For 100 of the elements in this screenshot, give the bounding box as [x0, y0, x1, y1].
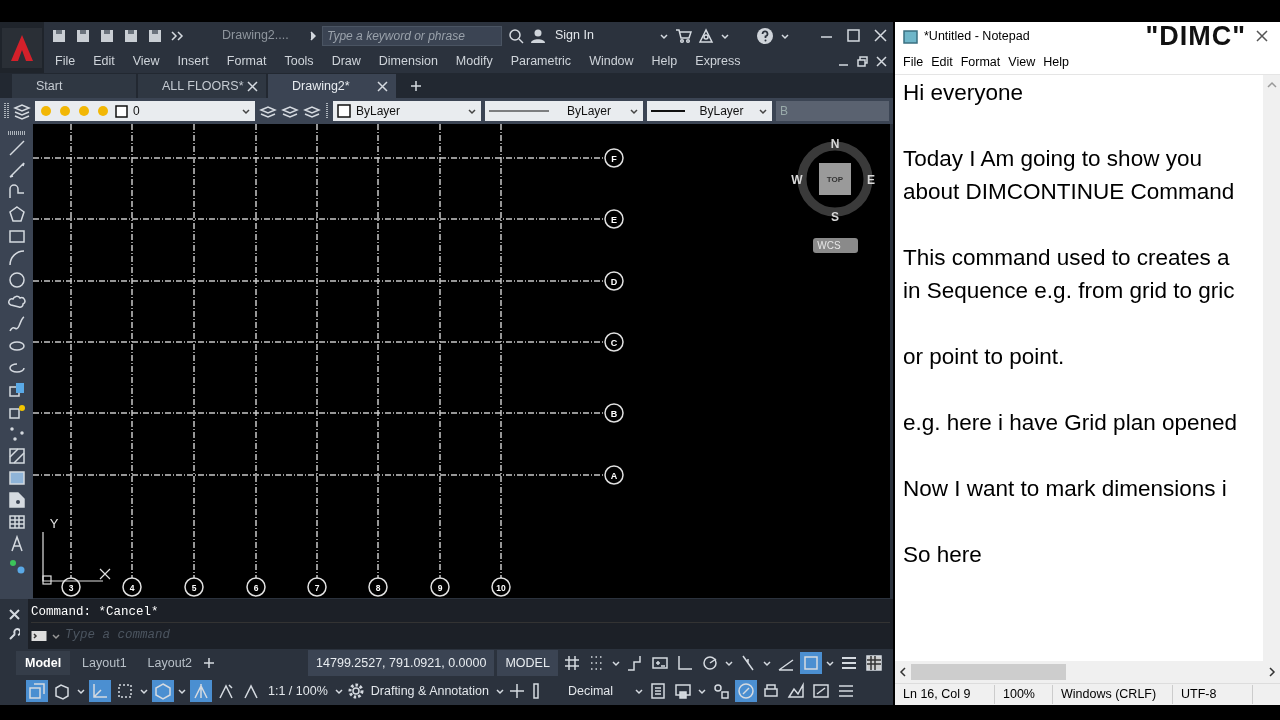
compass-label[interactable]: N	[830, 137, 840, 151]
dynamic-ucs-toggle[interactable]	[89, 680, 111, 702]
layer-properties-icon[interactable]	[13, 102, 31, 120]
caret-icon[interactable]	[467, 106, 477, 116]
point-icon[interactable]	[7, 425, 26, 443]
command-input[interactable]: Type a command	[65, 626, 365, 645]
search-field[interactable]: Type a keyword or phrase	[322, 25, 502, 46]
menu-item[interactable]: Format	[956, 52, 1005, 72]
cart-icon[interactable]	[674, 27, 692, 44]
menu-item[interactable]: Dimension	[369, 51, 447, 71]
plus-icon[interactable]	[507, 682, 526, 700]
logo-icon[interactable]	[2, 27, 42, 68]
menu-item[interactable]: Help	[1039, 52, 1073, 72]
menu-item[interactable]: Window	[580, 51, 643, 71]
spline-icon[interactable]	[7, 315, 26, 333]
arc-icon[interactable]	[7, 249, 26, 267]
caret-icon[interactable]	[824, 658, 835, 668]
compass-label[interactable]: W	[791, 173, 803, 187]
layout-tab[interactable]: Model	[16, 650, 71, 676]
caret-icon[interactable]	[333, 686, 344, 696]
plus-icon[interactable]	[204, 658, 215, 668]
restore-icon[interactable]	[857, 55, 868, 67]
caret-icon[interactable]	[76, 686, 86, 696]
search-icon[interactable]	[508, 27, 524, 44]
menu-item[interactable]: View	[123, 51, 169, 71]
prompt-icon[interactable]	[31, 629, 47, 642]
menu-item[interactable]: Draw	[322, 51, 370, 71]
menu-item[interactable]: Express	[686, 51, 750, 71]
caret-icon[interactable]	[139, 686, 149, 696]
polyline-icon[interactable]	[7, 183, 26, 201]
menu-item[interactable]: Edit	[84, 51, 124, 71]
region-icon[interactable]	[7, 491, 26, 509]
caret-icon[interactable]	[758, 106, 768, 116]
circle-icon[interactable]	[7, 271, 26, 289]
document-tab[interactable]: ALL FLOORS*	[138, 74, 266, 98]
gradient-icon[interactable]	[7, 469, 26, 487]
compass-label[interactable]: E	[867, 173, 875, 187]
scrollbar-thumb[interactable]	[911, 664, 1066, 680]
gear-icon[interactable]	[346, 682, 365, 700]
viewcube-face-label[interactable]: TOP	[826, 175, 844, 184]
annotation-scale-dropdown[interactable]: 1:1 / 100%	[265, 681, 331, 701]
menu-item[interactable]: File	[46, 51, 85, 71]
color-dropdown[interactable]: ByLayer	[333, 101, 481, 121]
table-icon[interactable]	[7, 513, 26, 531]
scroll-right-icon[interactable]	[1268, 667, 1276, 677]
layout-tab[interactable]: Layout1	[73, 650, 136, 676]
revision-cloud-icon[interactable]	[7, 293, 26, 311]
user-icon[interactable]	[530, 27, 546, 44]
caret-icon[interactable]	[177, 686, 187, 696]
coordinates-display[interactable]: 14799.2527, 791.0921, 0.0000	[308, 650, 495, 676]
menu-item[interactable]: View	[1004, 52, 1040, 72]
triangle-network-icon[interactable]	[697, 27, 714, 44]
menu-item[interactable]: Modify	[446, 51, 502, 71]
menu-item[interactable]: Insert	[168, 51, 218, 71]
caret-icon[interactable]	[723, 658, 734, 668]
make-block-icon[interactable]	[7, 403, 26, 421]
layout-tab[interactable]: Layout2	[138, 650, 202, 676]
workspace-dropdown[interactable]: Drafting & Annotation	[367, 681, 492, 701]
viewcube-face[interactable]	[819, 163, 851, 195]
caret-icon[interactable]	[610, 658, 621, 668]
lineweight-dropdown[interactable]: ByLayer	[647, 101, 772, 121]
selection-cycling-toggle[interactable]	[26, 680, 48, 702]
caret-icon[interactable]	[494, 686, 505, 696]
compass-label[interactable]: S	[831, 210, 839, 224]
gizmo-toggle[interactable]	[152, 680, 174, 702]
linetype-dropdown[interactable]: ByLayer	[485, 101, 643, 121]
hardware-acceleration-toggle[interactable]	[735, 680, 758, 702]
menu-item[interactable]: Tools	[275, 51, 323, 71]
caret-icon[interactable]	[629, 106, 639, 116]
hatch-icon[interactable]	[7, 447, 26, 465]
caret-icon[interactable]	[241, 106, 251, 116]
caret-icon[interactable]	[697, 686, 708, 696]
caret-icon[interactable]	[634, 686, 645, 696]
wrench-icon[interactable]	[8, 627, 20, 640]
insert-block-icon[interactable]	[7, 381, 26, 399]
document-tab[interactable]: Start	[12, 74, 136, 98]
menu-item[interactable]: Parametric	[501, 51, 581, 71]
caret-right-icon[interactable]	[308, 29, 316, 42]
ucs-toggle[interactable]	[799, 652, 822, 674]
close-icon[interactable]	[1256, 30, 1268, 42]
construction-line-icon[interactable]	[7, 161, 26, 179]
help-icon[interactable]	[755, 26, 774, 45]
menu-item[interactable]: Format	[217, 51, 276, 71]
scroll-left-icon[interactable]	[899, 667, 907, 677]
sign-in-button[interactable]: Sign In	[552, 26, 597, 45]
menu-item[interactable]: Help	[642, 51, 687, 71]
annotation-visibility-toggle[interactable]	[190, 680, 212, 702]
line-icon[interactable]	[7, 139, 26, 157]
rectangle-icon[interactable]	[7, 227, 26, 245]
ucs-menu-button[interactable]	[813, 238, 858, 253]
plus-icon[interactable]	[410, 80, 422, 92]
menu-item[interactable]: File	[899, 52, 928, 72]
maximize-icon[interactable]	[847, 29, 860, 42]
layer-dropdown[interactable]: 0	[35, 101, 255, 121]
caret-icon[interactable]	[761, 658, 772, 668]
units-dropdown[interactable]: Decimal	[549, 681, 632, 701]
add-selected-icon[interactable]	[7, 557, 26, 575]
menu-item[interactable]: Edit	[927, 52, 957, 72]
model-space-button[interactable]: MODEL	[497, 650, 558, 676]
document-tab[interactable]: Drawing2*	[268, 74, 396, 98]
